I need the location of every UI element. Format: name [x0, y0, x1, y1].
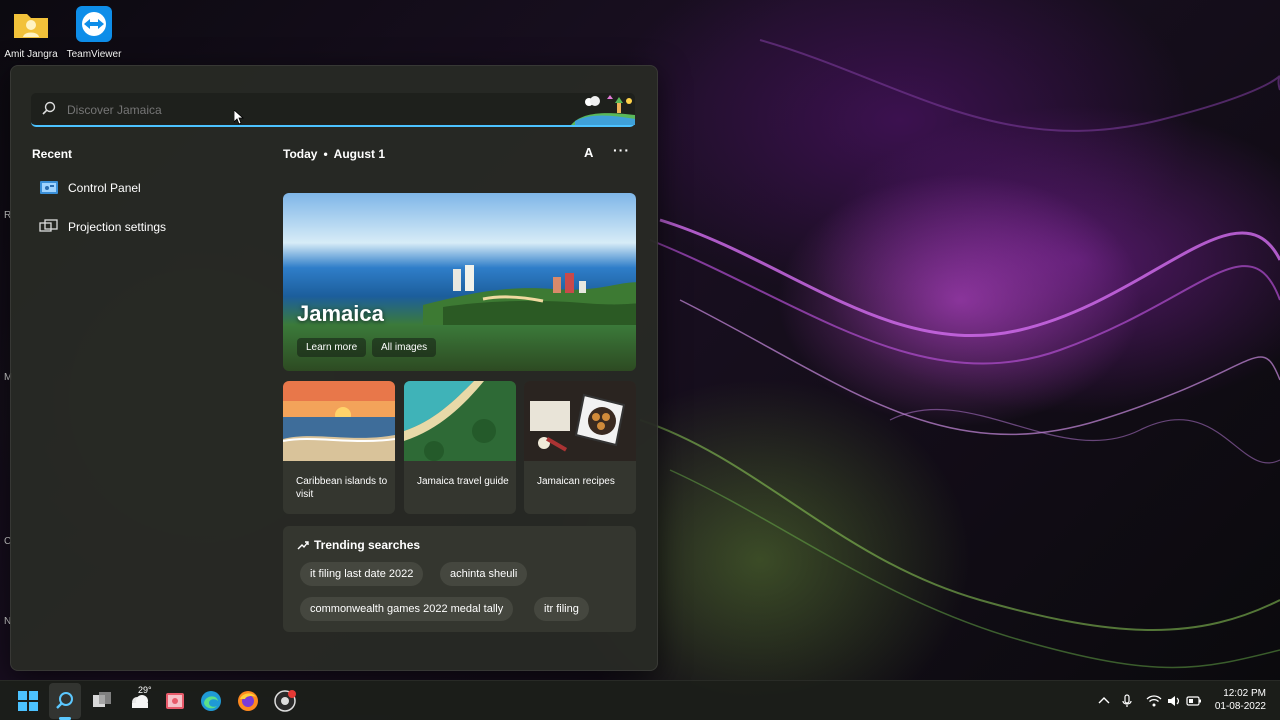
- weather-temperature: 29°: [138, 685, 152, 695]
- recent-item-label: Control Panel: [68, 181, 141, 195]
- desktop-icon-label: TeamViewer: [66, 49, 122, 60]
- hero-coastline-image: [423, 265, 636, 325]
- all-images-button[interactable]: All images: [372, 338, 437, 357]
- today-header: Today • August 1: [283, 147, 385, 161]
- recent-item-label: Projection settings: [68, 220, 167, 234]
- hero-card-jamaica[interactable]: Jamaica Learn more All images: [283, 193, 636, 371]
- task-view-icon[interactable]: [90, 689, 114, 713]
- taskbar: 29° 12:02 PM 01-08-2022: [0, 680, 1280, 720]
- card-label: Jamaican recipes: [537, 476, 615, 487]
- chevron-up-icon[interactable]: [1096, 693, 1112, 709]
- recent-heading: Recent: [32, 147, 73, 161]
- desktop-icon-label: Amit Jangra: [4, 49, 58, 60]
- search-input[interactable]: [65, 93, 549, 127]
- trending-chip[interactable]: it filing last date 2022: [300, 562, 424, 586]
- desktop-icon-user-folder[interactable]: Amit Jangra: [0, 4, 63, 60]
- search-box[interactable]: [31, 93, 635, 127]
- start-icon[interactable]: [16, 689, 40, 713]
- trending-title: Trending searches: [314, 538, 421, 552]
- chrome-icon[interactable]: [273, 689, 297, 713]
- projection-icon: [39, 219, 58, 232]
- trending-searches-panel: Trending searches it filing last date 20…: [283, 526, 636, 632]
- today-label: Today: [283, 147, 318, 161]
- card-label: Jamaica travel guide: [417, 476, 509, 487]
- firefox-icon[interactable]: [236, 689, 260, 713]
- card-jamaica-travel-guide[interactable]: Jamaica travel guide: [404, 381, 516, 514]
- card-caribbean-islands[interactable]: Caribbean islands to visit: [283, 381, 395, 514]
- control-panel-icon: [40, 181, 58, 194]
- desktop: Amit Jangra TeamViewer R M C N Discover …: [0, 0, 1280, 720]
- trending-chip[interactable]: itr filing: [534, 597, 589, 621]
- trending-heading: Trending searches: [297, 538, 420, 552]
- taskbar-clock[interactable]: 12:02 PM 01-08-2022: [1210, 687, 1266, 713]
- search-icon[interactable]: [53, 689, 77, 713]
- font-size-button[interactable]: A: [584, 145, 593, 160]
- trending-arrow-icon: [297, 541, 309, 550]
- user-folder-icon: [14, 14, 48, 38]
- search-icon: [42, 101, 56, 115]
- today-date: August 1: [333, 147, 385, 161]
- teamviewer-icon: [76, 6, 112, 42]
- mouse-cursor-icon: [234, 110, 244, 124]
- clock-date: 01-08-2022: [1214, 701, 1266, 712]
- food-dish-image: [524, 381, 636, 461]
- desktop-icon-teamviewer[interactable]: TeamViewer: [62, 4, 126, 60]
- battery-icon[interactable]: [1186, 693, 1202, 709]
- recent-item-control-panel[interactable]: Control Panel: [39, 176, 141, 200]
- volume-icon[interactable]: [1166, 693, 1182, 709]
- trending-chip[interactable]: achinta sheuli: [440, 562, 528, 586]
- sunset-beach-image: [283, 381, 395, 461]
- edge-icon[interactable]: [199, 689, 223, 713]
- more-options-button[interactable]: ···: [613, 142, 630, 158]
- search-panel: Recent Control Panel Projection settings…: [10, 65, 658, 671]
- card-label: Caribbean islands to visit: [296, 476, 388, 500]
- learn-more-button[interactable]: Learn more: [297, 338, 367, 357]
- trending-chip[interactable]: commonwealth games 2022 medal tally: [300, 597, 514, 621]
- card-jamaican-recipes[interactable]: Jamaican recipes: [524, 381, 636, 514]
- wifi-icon[interactable]: [1146, 693, 1162, 709]
- hero-title: Jamaica: [297, 301, 384, 326]
- wallpaper-swirl: [640, 39, 1280, 669]
- today-separator: •: [323, 147, 328, 161]
- aerial-beach-image: [404, 381, 516, 461]
- recent-item-projection-settings[interactable]: Projection settings: [39, 215, 166, 239]
- clock-time: 12:02 PM: [1223, 688, 1266, 699]
- photos-icon[interactable]: [163, 689, 187, 713]
- microphone-icon[interactable]: [1119, 693, 1135, 709]
- search-highlight-illustration-icon: [571, 95, 635, 125]
